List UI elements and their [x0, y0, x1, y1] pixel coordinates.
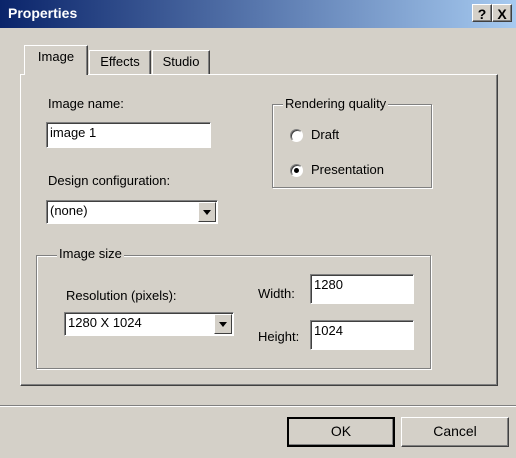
presentation-radio[interactable]	[290, 164, 303, 177]
chevron-down-icon[interactable]	[198, 202, 216, 222]
draft-label: Draft	[311, 127, 340, 142]
chevron-down-icon[interactable]	[214, 314, 232, 334]
resolution-select[interactable]: 1280 X 1024	[64, 312, 234, 336]
title-bar[interactable]: Properties ? X	[0, 0, 516, 28]
resolution-label: Resolution (pixels):	[66, 288, 177, 303]
width-field[interactable]: 1280	[310, 274, 414, 304]
rendering-quality-legend: Rendering quality	[283, 96, 389, 111]
presentation-label: Presentation	[311, 162, 384, 177]
draft-radio[interactable]	[290, 129, 303, 142]
help-button[interactable]: ?	[472, 4, 492, 22]
cancel-button[interactable]: Cancel	[401, 417, 509, 447]
image-name-label: Image name:	[48, 96, 124, 111]
resolution-value: 1280 X 1024	[68, 315, 142, 330]
tab-effects[interactable]: Effects	[89, 50, 151, 74]
design-configuration-select[interactable]: (none)	[46, 200, 218, 224]
width-label: Width:	[258, 286, 295, 301]
tab-image[interactable]: Image	[24, 45, 88, 75]
tab-studio[interactable]: Studio	[152, 50, 210, 74]
design-configuration-value: (none)	[50, 203, 88, 218]
close-button[interactable]: X	[492, 4, 512, 22]
footer-divider	[0, 405, 516, 407]
window-title: Properties	[8, 5, 78, 21]
height-field[interactable]: 1024	[310, 320, 414, 350]
height-label: Height:	[258, 329, 300, 344]
image-size-legend: Image size	[57, 246, 124, 261]
ok-button[interactable]: OK	[287, 417, 395, 447]
image-name-field[interactable]: image 1	[46, 122, 211, 148]
design-configuration-label: Design configuration:	[48, 173, 171, 188]
properties-dialog: Properties ? X Image Effects Studio Imag…	[0, 0, 516, 458]
